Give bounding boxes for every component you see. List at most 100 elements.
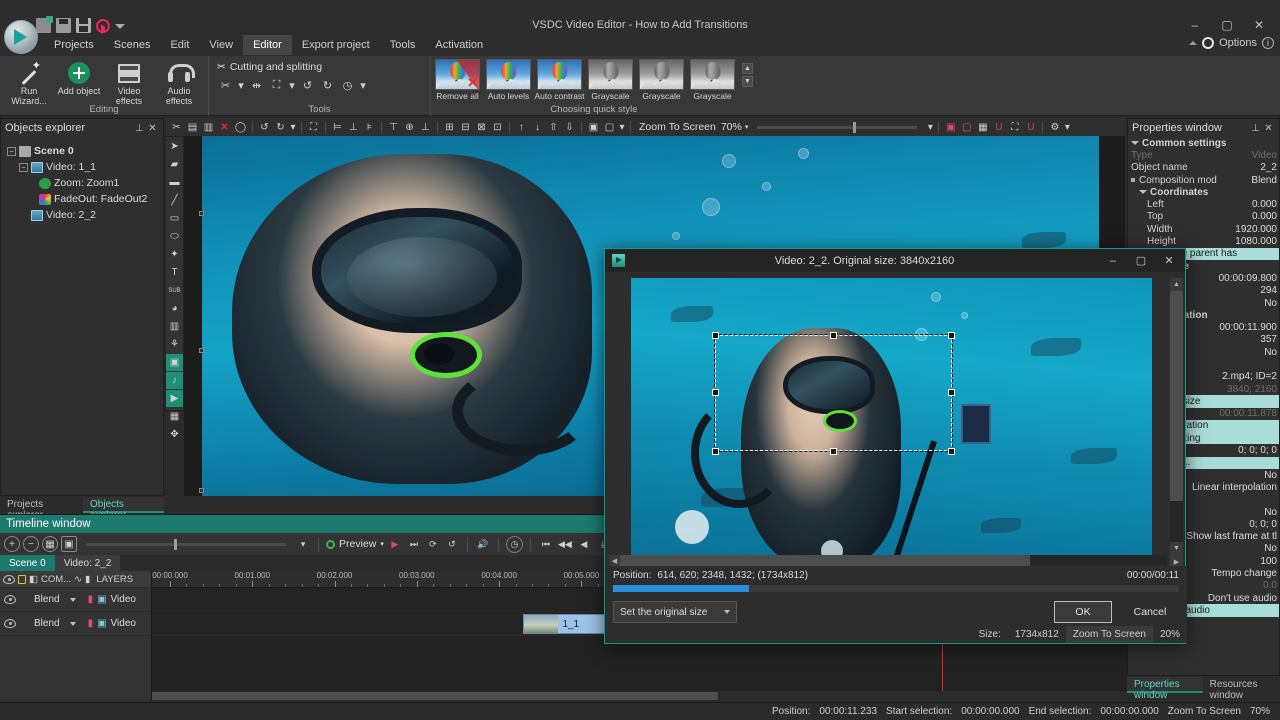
volume-icon[interactable]: 🔊 [475, 537, 491, 552]
play-icon[interactable]: ▶ [387, 537, 403, 552]
send-back-icon[interactable]: ↓ [530, 120, 545, 135]
goto-end-icon[interactable]: ⏭ [406, 537, 422, 552]
pin-icon[interactable]: ⊥ [1249, 122, 1262, 135]
copy-icon[interactable]: ▤ [185, 120, 200, 135]
text-tool-icon[interactable]: T [166, 264, 183, 281]
clock-icon[interactable]: ◷ [506, 536, 523, 553]
cutting-and-splitting-button[interactable]: ✂ Cutting and splitting [209, 56, 330, 73]
menu-item-edit[interactable]: Edit [160, 35, 199, 55]
select-all-icon[interactable]: ⛶ [306, 120, 321, 135]
zoom-level-select[interactable]: 70% ▾ [721, 121, 749, 133]
raise-icon[interactable]: ⇧ [546, 120, 561, 135]
resize-handle-ne[interactable] [948, 332, 955, 339]
rewind-icon[interactable]: ◀◀ [557, 537, 573, 552]
expander-icon[interactable] [1131, 141, 1139, 148]
new-project-icon[interactable] [36, 18, 51, 33]
open-project-icon[interactable] [56, 18, 71, 33]
close-icon[interactable]: ✕ [146, 122, 159, 135]
layer-row-2[interactable]: Blend ▮ ▣ Video [0, 612, 151, 636]
cut-dropdown-icon[interactable]: ▾ [237, 77, 245, 94]
menu-item-view[interactable]: View [199, 35, 243, 55]
dialog-close-button[interactable]: ✕ [1155, 250, 1183, 271]
fit-height-icon[interactable]: ⊡ [490, 120, 505, 135]
quick-style-auto-contrast[interactable]: Auto contrast [535, 59, 584, 101]
menu-item-editor[interactable]: Editor [243, 35, 292, 55]
repeat-icon[interactable]: ↺ [444, 537, 460, 552]
sprite-tool-icon[interactable]: ⚘ [166, 336, 183, 353]
save-project-icon[interactable] [76, 18, 91, 33]
move-tool-icon[interactable]: ✥ [166, 426, 183, 443]
snapshot-icon[interactable]: ▣ [61, 536, 77, 552]
set-original-size-select[interactable]: Set the original size [613, 601, 737, 623]
clock-icon[interactable]: ◷ [339, 77, 356, 94]
group-icon[interactable]: ▣ [586, 120, 601, 135]
tree-item-video-2-2[interactable]: Video: 2_2 [5, 207, 159, 223]
chart-tool-icon[interactable]: ▥ [166, 318, 183, 335]
dialog-selection-rect[interactable] [715, 335, 952, 451]
close-icon[interactable]: ✕ [1262, 122, 1275, 135]
dialog-zoom-label[interactable]: Zoom To Screen [1066, 626, 1153, 643]
preview-button[interactable]: Preview ▾ [326, 538, 384, 550]
zoom-out-icon[interactable]: − [23, 536, 39, 552]
dialog-progress-bar[interactable] [613, 585, 1179, 592]
polygon-tool-icon[interactable]: ✦ [166, 246, 183, 263]
loop-region-icon[interactable]: ⟳ [425, 537, 441, 552]
align-left-icon[interactable]: ⊨ [330, 120, 345, 135]
callout-tool-icon[interactable]: ◕ [166, 300, 183, 317]
expander-icon[interactable]: − [7, 147, 16, 156]
visibility-icon[interactable] [3, 575, 15, 584]
distribute-v-icon[interactable]: ⊟ [458, 120, 473, 135]
tab-projects-explorer[interactable]: Projects explorer [0, 497, 83, 513]
snap-grid-icon[interactable]: ▣ [943, 120, 958, 135]
property-row[interactable]: Left0.000 [1128, 198, 1279, 210]
video-effects-button[interactable]: Video effects [106, 59, 152, 106]
crop-icon[interactable]: ⛶ [268, 77, 285, 94]
step-back-icon[interactable]: ◀ [576, 537, 592, 552]
zoom-in-icon[interactable]: + [4, 536, 20, 552]
menu-item-tools[interactable]: Tools [380, 35, 426, 55]
undo-icon[interactable]: ↺ [257, 120, 272, 135]
dialog-maximize-button[interactable]: ▢ [1127, 250, 1155, 271]
quick-style-auto-levels[interactable]: Auto levels [484, 59, 533, 101]
dialog-preview-canvas[interactable] [631, 278, 1152, 568]
align-middle-icon[interactable]: ⊕ [402, 120, 417, 135]
redo-icon[interactable]: ↻ [273, 120, 288, 135]
settings-gear-icon[interactable]: ⚙ [1047, 120, 1062, 135]
resize-handle-w[interactable] [712, 389, 719, 396]
visibility-icon[interactable] [4, 619, 16, 628]
timeline-hscrollbar[interactable] [152, 691, 1127, 701]
undo-dropdown-icon[interactable]: ▾ [289, 120, 297, 135]
ungroup-icon[interactable]: ▢ [602, 120, 617, 135]
shape-fill-icon[interactable]: ▰ [166, 156, 183, 173]
ok-button[interactable]: OK [1054, 601, 1112, 623]
crop-dropdown-icon[interactable]: ▾ [288, 77, 296, 94]
video-tool-icon[interactable]: ▶ [166, 390, 183, 407]
delete-icon[interactable]: ✕ [217, 120, 232, 135]
expander-icon[interactable]: − [19, 163, 28, 172]
scene-tab-scene-0[interactable]: Scene 0 [0, 555, 55, 571]
property-row[interactable]: Object name2_2 [1128, 162, 1279, 174]
info-icon[interactable]: i [1262, 37, 1274, 49]
customize-toolbar-icon[interactable] [115, 21, 125, 31]
tab-objects-explorer[interactable]: Objects explorer [83, 497, 164, 513]
quick-style-scroll-down-icon[interactable]: ▼ [742, 76, 753, 87]
clock-dropdown-icon[interactable]: ▾ [359, 77, 367, 94]
dialog-vscrollbar[interactable]: ▲ ▼ ▶ [1170, 278, 1183, 568]
image-tool-icon[interactable]: ▣ [166, 354, 183, 371]
quick-style-scroll-up-icon[interactable]: ▲ [742, 63, 753, 74]
split-icon[interactable]: ⇹ [248, 77, 265, 94]
menu-item-scenes[interactable]: Scenes [104, 35, 161, 55]
property-row[interactable]: Composition modBlend [1128, 174, 1279, 186]
menu-item-activation[interactable]: Activation [425, 35, 493, 55]
status-zoom-label[interactable]: Zoom To Screen [1168, 706, 1241, 717]
settings-dropdown-icon[interactable]: ▾ [1063, 120, 1071, 135]
resize-handle-sw[interactable] [712, 448, 719, 455]
grid-icon[interactable]: ▦ [975, 120, 990, 135]
tree-item-scene-0[interactable]: − Scene 0 [5, 143, 159, 159]
rotate-right-icon[interactable]: ↻ [319, 77, 336, 94]
tab-resources-window[interactable]: Resources window [1203, 677, 1280, 693]
quick-style-grayscale-1[interactable]: Grayscale [586, 59, 635, 101]
options-label[interactable]: Options [1219, 37, 1257, 49]
snap-object-icon[interactable]: ▢ [959, 120, 974, 135]
cancel-button[interactable]: Cancel [1121, 601, 1179, 623]
